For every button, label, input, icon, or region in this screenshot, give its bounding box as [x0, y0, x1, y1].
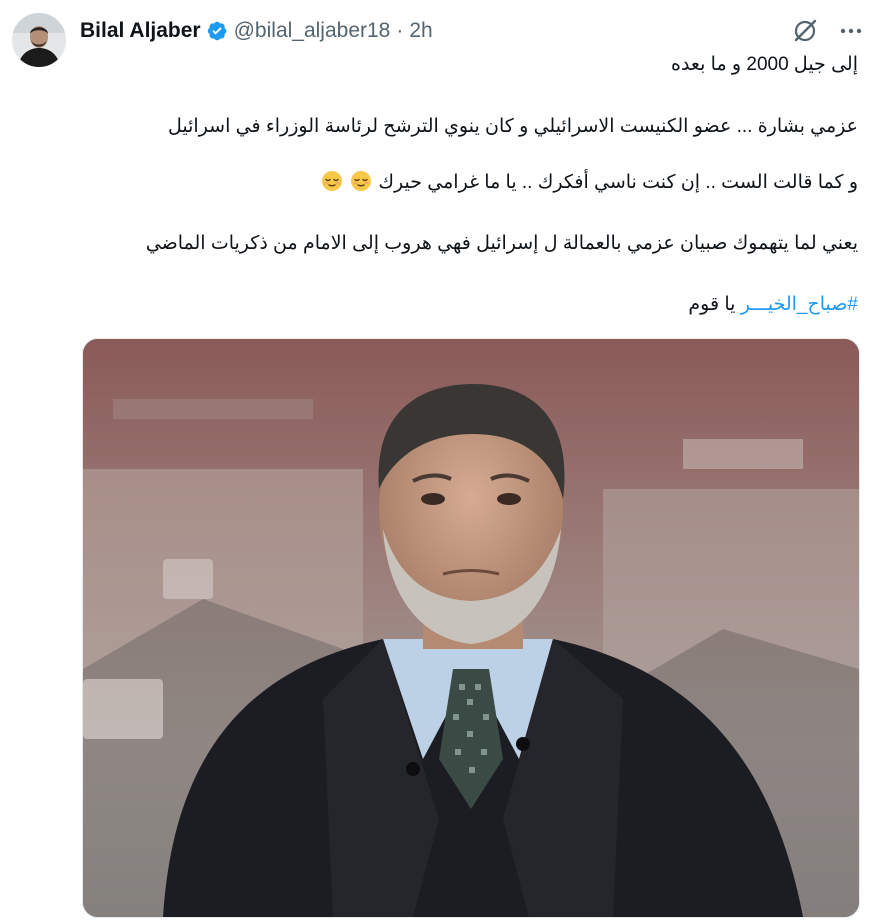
handle[interactable]: @bilal_aljaber18	[234, 19, 391, 43]
grok-icon[interactable]	[790, 16, 820, 46]
timestamp[interactable]: 2h	[409, 19, 432, 43]
tweet-line-3: و كما قالت الست .. إن كنت ناسي أفكرك .. …	[320, 170, 858, 196]
verified-badge-icon[interactable]	[206, 20, 228, 42]
avatar-image	[12, 13, 66, 67]
photo-of-man	[83, 339, 859, 917]
relieved-face-emoji-icon	[321, 170, 343, 192]
tweet-media-image[interactable]	[82, 338, 860, 918]
tweet-line-2: عزمي بشارة ... عضو الكنيست الاسرائيلي و …	[168, 116, 858, 137]
tweet-line-3-text: و كما قالت الست .. إن كنت ناسي أفكرك .. …	[378, 172, 858, 193]
tweet-line-5-text: يا قوم	[688, 294, 741, 315]
hashtag-link[interactable]: #صباح_الخيـــر	[741, 294, 858, 315]
tweet-line-5: #صباح_الخيـــر يا قوم	[688, 292, 858, 318]
relieved-face-emoji-icon	[350, 170, 372, 192]
tweet-line-4: يعني لما يتهموك صبيان عزمي بالعمالة ل إس…	[145, 233, 858, 254]
separator-dot: ·	[396, 19, 404, 42]
tweet-header: Bilal Aljaber @bilal_aljaber18 · 2h	[80, 14, 433, 48]
display-name[interactable]: Bilal Aljaber	[80, 19, 201, 43]
tweet-line-1: إلى جيل 2000 و ما بعده	[671, 54, 858, 75]
more-icon[interactable]	[838, 18, 864, 44]
tweet[interactable]: Bilal Aljaber @bilal_aljaber18 · 2h إلى …	[0, 0, 878, 924]
avatar[interactable]	[12, 13, 66, 67]
